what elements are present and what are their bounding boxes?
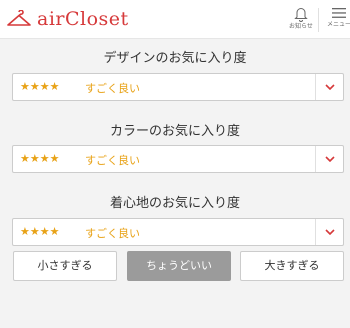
color-rating-dropdown-toggle[interactable]	[315, 146, 343, 172]
bell-icon	[294, 8, 308, 22]
comfort-rating-select[interactable]: ★★★★ すごく良い	[12, 218, 344, 246]
design-rating-select[interactable]: ★★★★ すごく良い	[12, 73, 344, 101]
design-rating-stars: ★★★★	[20, 80, 60, 93]
design-rating-dropdown-toggle[interactable]	[315, 74, 343, 100]
color-rating-value: すごく良い	[85, 154, 140, 167]
menu-label: メニュー	[326, 21, 350, 28]
menu-button[interactable]: メニュー	[326, 4, 350, 36]
header-divider	[318, 8, 319, 32]
size-too-large-button[interactable]: 大きすぎる	[240, 251, 344, 281]
size-too-small-button[interactable]: 小さすぎる	[13, 251, 117, 281]
color-rating-title: カラーのお気に入り度	[109, 124, 240, 139]
review-form: デザインのお気に入り度 ★★★★ すごく良い カラーのお気に入り度 ★★★★ す…	[0, 39, 350, 328]
notifications-button[interactable]: お知らせ	[286, 4, 316, 36]
comfort-rating-stars: ★★★★	[20, 225, 60, 238]
brand-name: airCloset	[37, 8, 129, 30]
design-rating-value: すごく良い	[85, 82, 140, 95]
hanger-icon	[7, 10, 31, 26]
chevron-down-icon	[324, 84, 335, 90]
app-header: airCloset お知らせ メニュー	[0, 0, 350, 39]
design-rating-title: デザインのお気に入り度	[103, 51, 247, 66]
comfort-rating-value: すごく良い	[85, 227, 140, 240]
comfort-rating-title: 着心地のお気に入り度	[109, 196, 240, 211]
size-just-right-button[interactable]: ちょうどいい	[127, 251, 231, 281]
chevron-down-icon	[324, 229, 335, 235]
color-rating-select[interactable]: ★★★★ すごく良い	[12, 145, 344, 173]
comfort-rating-dropdown-toggle[interactable]	[315, 219, 343, 245]
notifications-label: お知らせ	[289, 23, 313, 30]
brand-logo[interactable]: airCloset	[6, 6, 129, 32]
color-rating-stars: ★★★★	[20, 152, 60, 165]
hamburger-icon	[332, 8, 346, 18]
chevron-down-icon	[324, 156, 335, 162]
